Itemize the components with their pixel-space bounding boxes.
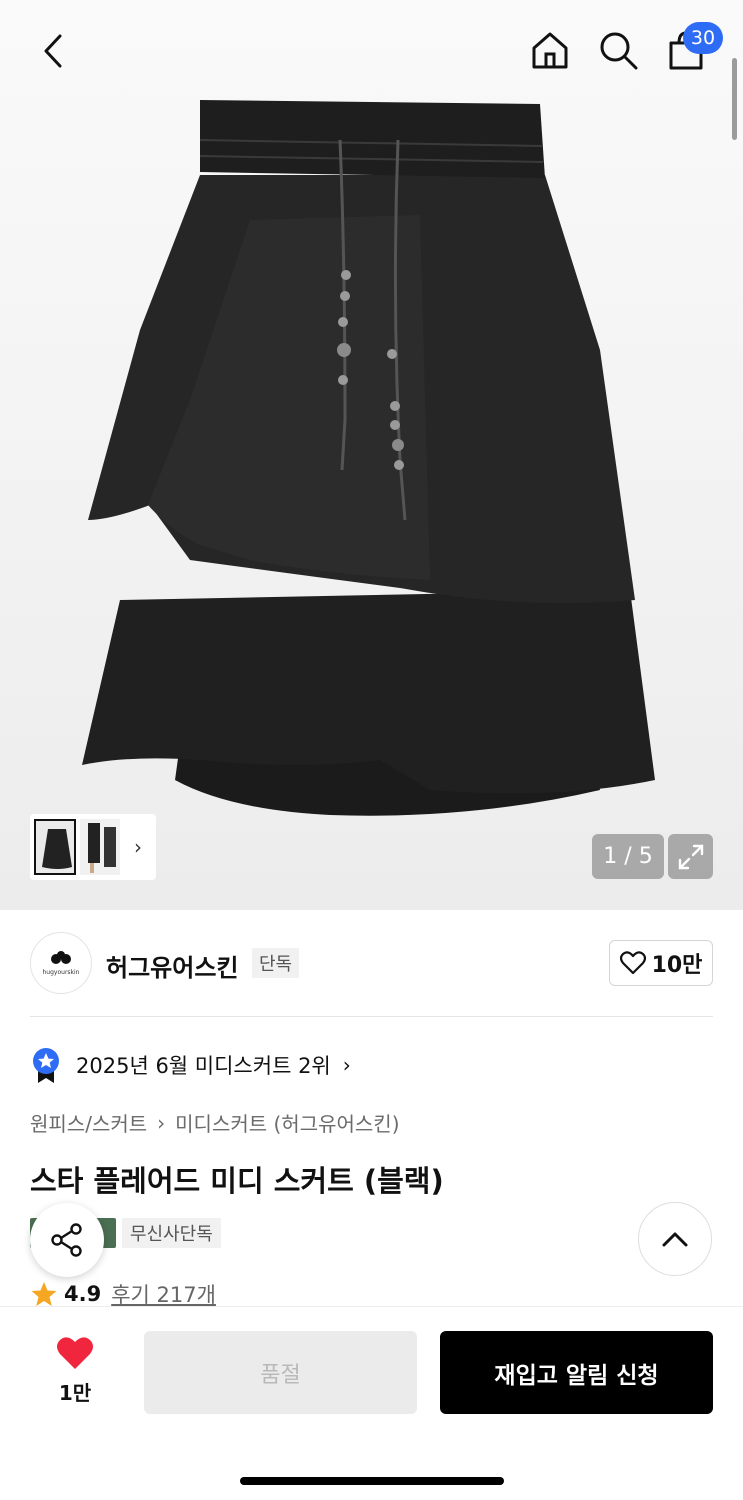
expand-button[interactable] (668, 834, 713, 879)
divider (30, 1016, 713, 1017)
brand-logo[interactable]: hugyourskin (30, 932, 92, 994)
favorite-button[interactable]: 1만 (44, 1335, 106, 1406)
bottom-action-bar: 1만 품절 재입고 알림 신청 (0, 1306, 743, 1500)
chevron-right-icon: › (342, 1053, 351, 1077)
share-icon (51, 1223, 82, 1257)
expand-icon (678, 844, 703, 869)
restock-alert-button[interactable]: 재입고 알림 신청 (440, 1331, 713, 1414)
home-button[interactable] (526, 26, 574, 74)
breadcrumb-subcategory[interactable]: 미디스커트 (허그유어스킨) (175, 1108, 399, 1137)
home-indicator (240, 1477, 504, 1485)
heart-outline-icon (619, 951, 646, 975)
scrollbar[interactable] (732, 58, 737, 140)
scroll-to-top-button[interactable] (638, 1202, 712, 1276)
ranking-text: 2025년 6월 미디스커트 2위 (76, 1054, 331, 1078)
thumbnail-1[interactable] (34, 819, 76, 875)
thumbnail-image (88, 823, 116, 873)
brand-logo-text: hugyourskin (42, 968, 80, 976)
musinsa-exclusive-tag: 무신사단독 (122, 1218, 221, 1248)
brand-name[interactable]: 허그유어스킨 (106, 948, 238, 983)
chevron-right-icon: › (157, 1110, 166, 1135)
back-button[interactable] (30, 28, 76, 74)
product-image (82, 100, 655, 816)
breadcrumb: 원피스/스커트 › 미디스커트 (허그유어스킨) (30, 1108, 400, 1137)
thumbnail-image (42, 829, 72, 869)
search-button[interactable] (594, 26, 642, 74)
exclusive-badge: 단독 (252, 948, 300, 978)
ranking-medal-icon (33, 1048, 59, 1083)
chevron-up-icon (662, 1232, 688, 1247)
share-button[interactable] (30, 1203, 104, 1277)
cart-count-badge: 30 (683, 22, 723, 54)
breadcrumb-category[interactable]: 원피스/스커트 (30, 1108, 147, 1137)
search-icon (600, 32, 638, 70)
heart-filled-icon (57, 1337, 93, 1369)
thumbnail-2[interactable] (80, 819, 120, 875)
star-icon (31, 1282, 57, 1306)
favorite-count: 1만 (58, 1381, 92, 1405)
ranking-link[interactable]: 2025년 6월 미디스커트 2위 › (30, 1046, 351, 1084)
review-link[interactable]: 후기 217개 (111, 1280, 216, 1308)
home-icon (532, 32, 568, 69)
soldout-button: 품절 (144, 1331, 417, 1414)
product-title: 스타 플레어드 미디 스커트 (블랙) (30, 1164, 444, 1198)
chevron-right-icon[interactable]: › (134, 835, 142, 859)
rating-row: 4.9 후기 217개 (30, 1280, 216, 1308)
chevron-left-icon (44, 34, 62, 68)
image-counter: 1 / 5 (592, 834, 664, 879)
brand-like-count: 10만 (651, 953, 703, 978)
thumbnail-strip[interactable]: › (30, 814, 156, 880)
top-navigation-bar: 30 (0, 0, 743, 100)
rating-score: 4.9 (64, 1282, 102, 1306)
brand-like-button[interactable]: 10만 (609, 940, 713, 986)
brand-row: hugyourskin 허그유어스킨 단독 10만 (30, 932, 713, 994)
brand-logo-icon (51, 950, 71, 964)
product-image-gallery[interactable]: 30 › 1 / 5 (0, 0, 743, 910)
